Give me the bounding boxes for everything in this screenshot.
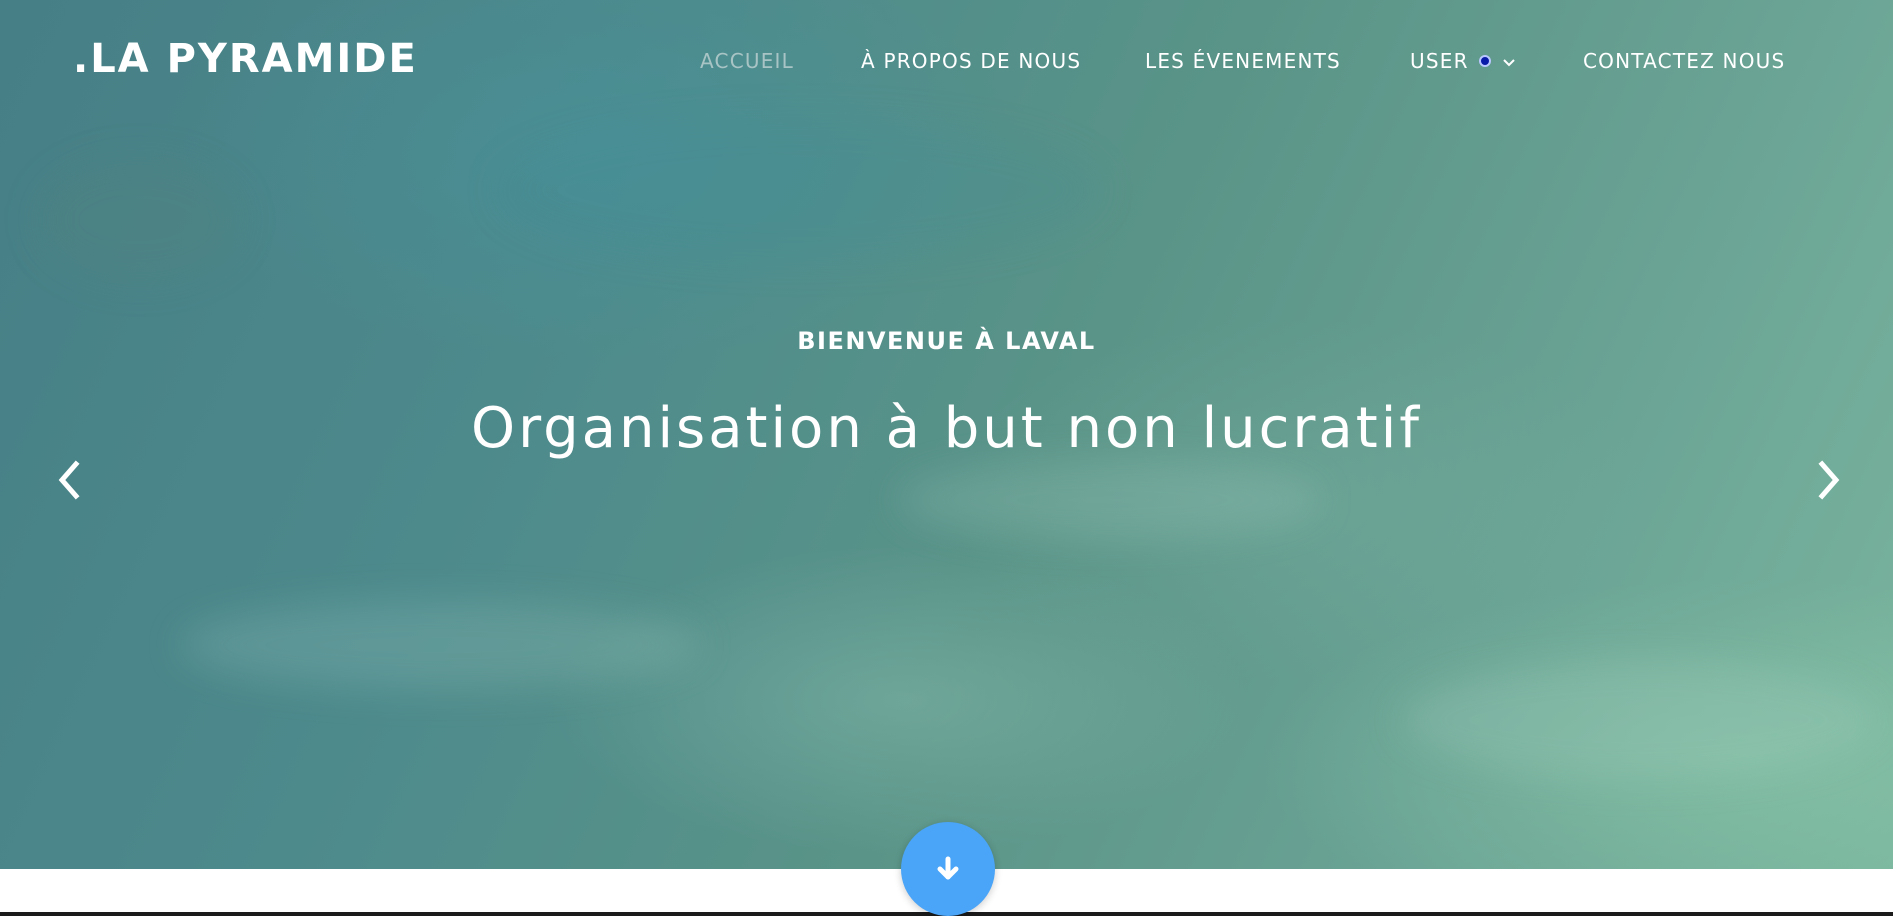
hero-banner: .LA PYRAMIDE ACCUEIL À PROPOS DE NOUS LE… [0, 0, 1893, 869]
hero-cloud [1400, 660, 1880, 780]
nav-item-accueil[interactable]: ACCUEIL [700, 49, 794, 73]
site-logo[interactable]: .LA PYRAMIDE [73, 36, 418, 82]
nav-item-a-propos[interactable]: À PROPOS DE NOUS [861, 49, 1081, 73]
hero-subtitle: BIENVENUE À LAVAL [797, 327, 1096, 355]
hero-cloud [500, 120, 1100, 260]
nav-item-user[interactable]: USER [1410, 49, 1515, 75]
carousel-next-button[interactable] [1808, 458, 1848, 502]
hero-cloud [180, 600, 700, 690]
top-navbar: .LA PYRAMIDE ACCUEIL À PROPOS DE NOUS LE… [0, 0, 1893, 120]
carousel-prev-button[interactable] [50, 458, 90, 502]
scroll-down-button[interactable] [901, 822, 995, 916]
hero-cloud [40, 160, 240, 280]
nav-item-user-label: USER [1410, 49, 1469, 73]
chevron-right-icon [1818, 460, 1840, 500]
hero-cloud [900, 460, 1320, 540]
arrow-down-icon [937, 856, 959, 880]
chevron-down-icon [1502, 48, 1515, 72]
nav-item-evenements[interactable]: LES ÉVENEMENTS [1145, 49, 1341, 73]
hero-title: Organisation à but non lucratif [471, 396, 1422, 461]
chevron-left-icon [58, 460, 80, 500]
nav-item-contact[interactable]: CONTACTEZ NOUS [1583, 49, 1785, 73]
user-status-dot-icon [1478, 54, 1491, 67]
